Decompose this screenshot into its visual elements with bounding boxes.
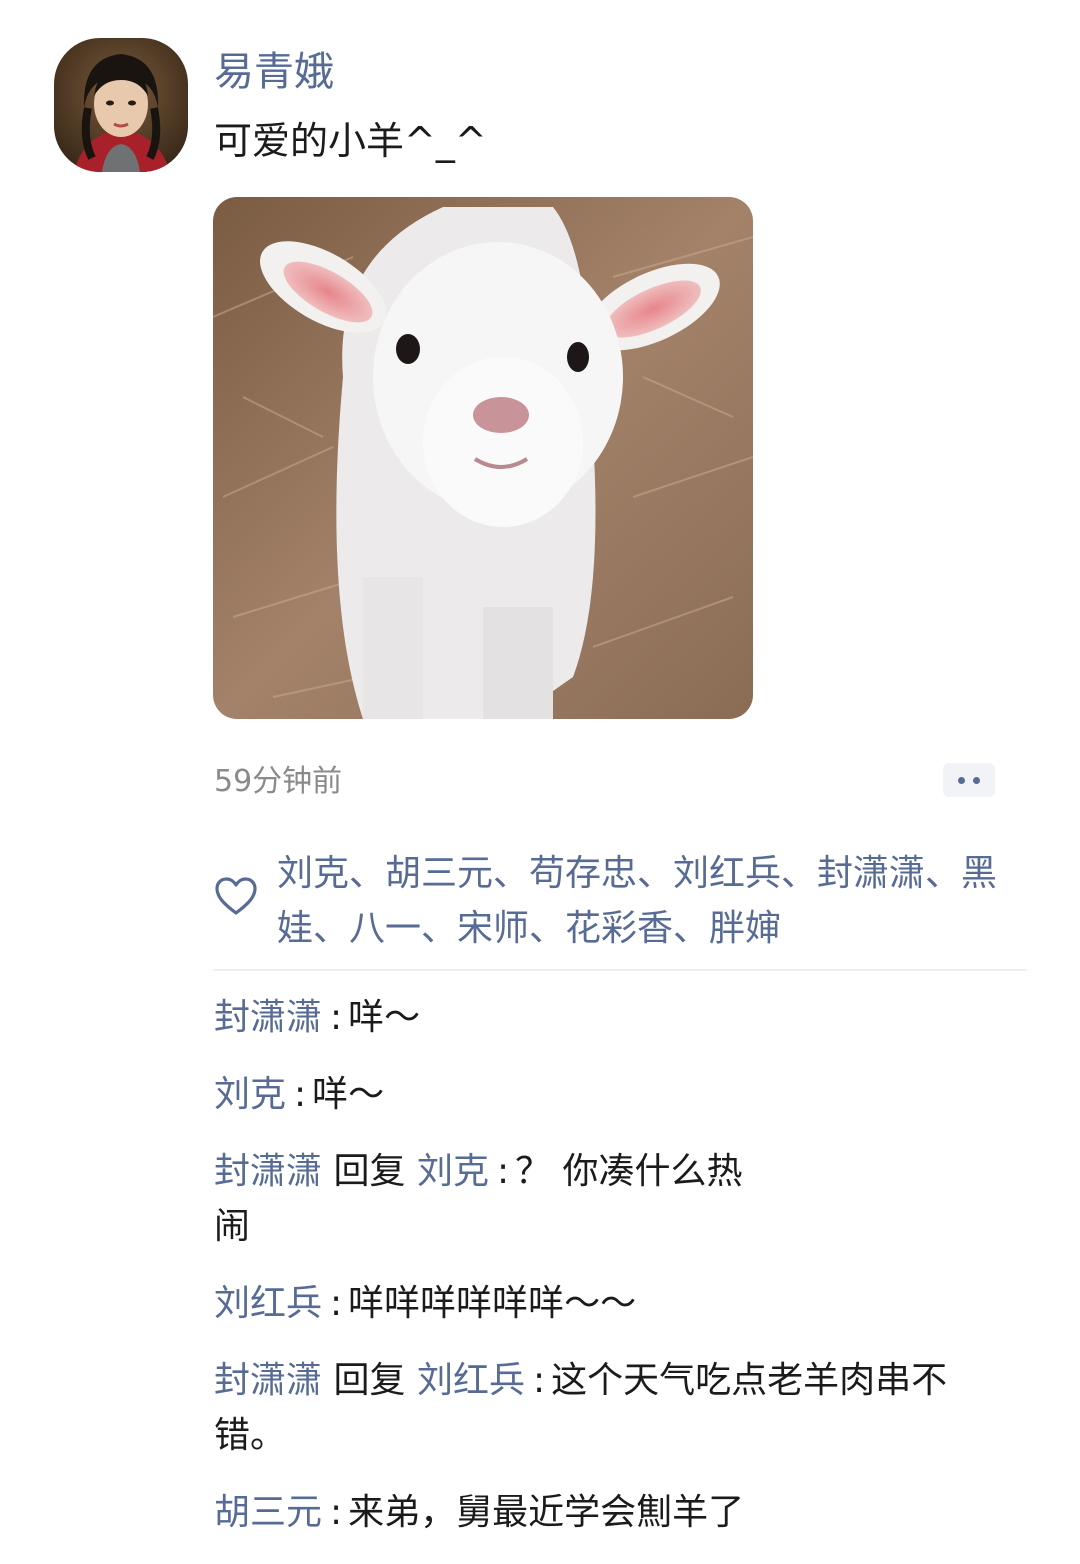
comment-author[interactable]: 封潇潇: [214, 997, 322, 1038]
comment-item[interactable]: 胡三元: 来弟，舅最近学会劁羊了: [214, 1485, 1004, 1540]
likes-divider: [213, 969, 1027, 971]
reply-target[interactable]: 刘克: [417, 1151, 489, 1192]
more-dot-icon: [973, 776, 980, 784]
post-text: 可爱的小羊^_^: [214, 119, 487, 163]
lamb-photo: [213, 197, 753, 719]
comment-item[interactable]: 刘克: 咩～: [214, 1067, 774, 1122]
comment-author[interactable]: 封潇潇: [214, 1360, 322, 1401]
post-time: 59分钟前: [214, 764, 343, 799]
comment-text: 咩～: [348, 997, 421, 1038]
comment-text: 咩咩咩咩咩咩～～: [348, 1283, 637, 1324]
reply-word: 回复: [333, 1360, 406, 1401]
reply-target[interactable]: 刘红兵: [417, 1360, 525, 1401]
comment-author[interactable]: 胡三元: [214, 1492, 322, 1533]
comment-text: 这个天气吃点老羊肉串不错。: [214, 1360, 948, 1456]
comment-author[interactable]: 封潇潇: [214, 1151, 322, 1192]
like-names[interactable]: 刘克、胡三元、苟存忠、刘红兵、封潇潇、黑娃、八一、宋师、花彩香、胖婶: [277, 846, 997, 956]
post-photo[interactable]: [213, 197, 753, 719]
avatar-image: [54, 38, 188, 172]
comment-item[interactable]: 封潇潇 回复 刘克:？ 你凑什么热闹: [214, 1144, 774, 1254]
comment-item[interactable]: 封潇潇: 咩～: [214, 990, 774, 1045]
reply-word: 回复: [333, 1151, 406, 1192]
comment-text: 咩～: [312, 1074, 385, 1115]
comment-item[interactable]: 刘红兵: 咩咩咩咩咩咩～～: [214, 1276, 774, 1331]
author-name[interactable]: 易青娥: [214, 48, 334, 96]
heart-outline-icon: [215, 877, 257, 915]
more-dot-icon: [958, 776, 965, 784]
comments-list: 封潇潇: 咩～ 刘克: 咩～ 封潇潇 回复 刘克:？ 你凑什么热闹 刘红兵: 咩咩咩咩…: [214, 990, 947, 1562]
comment-author[interactable]: 刘克: [214, 1074, 286, 1115]
comment-author[interactable]: 刘红兵: [214, 1283, 322, 1324]
comment-text: 来弟，舅最近学会劁羊了: [348, 1492, 745, 1533]
more-button[interactable]: [943, 763, 995, 797]
author-avatar[interactable]: [54, 38, 188, 172]
comment-item[interactable]: 封潇潇 回复 刘红兵: 这个天气吃点老羊肉串不错。: [214, 1353, 1004, 1463]
